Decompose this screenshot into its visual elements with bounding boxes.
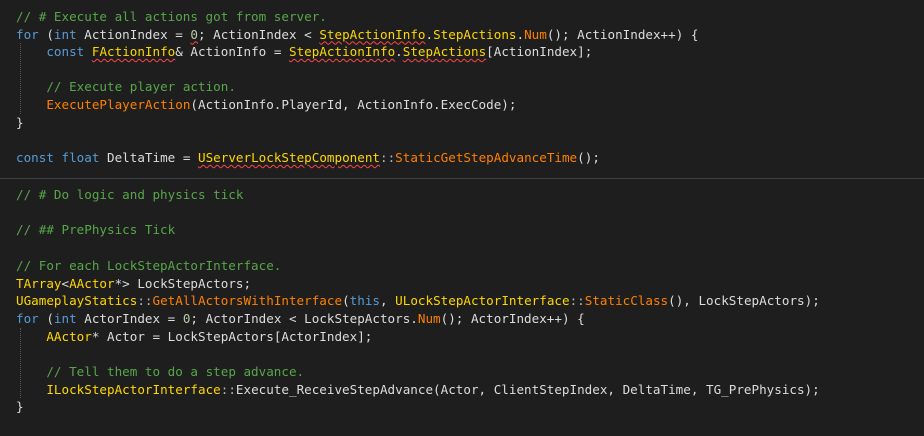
code-token: const [16,149,54,165]
code-token: int [53,310,77,326]
code-token: } [16,399,24,415]
code-token: int [53,26,77,42]
code-token: // Tell them to do a step advance. [46,364,305,379]
code-token: TArray [16,275,62,291]
code-token: ; ActorIndex < LockStepActors. [190,310,418,326]
code-editor[interactable]: // # Execute all actions got from server… [0,0,924,436]
code-token: // # Do logic and physics tick [16,187,244,202]
code-token: GetAllActorsWithInterface [152,293,343,309]
code-token: 0 [190,26,198,42]
code-token: :: [137,293,153,309]
code-token: . [395,44,403,60]
code-token: ExecutePlayerAction [46,97,191,112]
code-token: Num [417,310,441,326]
code-pane-top[interactable]: // # Execute all actions got from server… [0,0,924,178]
code-token: float [61,149,100,165]
code-token: [ActionIndex]; [486,44,593,60]
code-token: StepActions [433,26,517,42]
code-token: Num [524,26,547,42]
code-token: ( [38,26,54,42]
code-line[interactable]: // Execute player action. [16,78,236,96]
code-token: ; ActionIndex < [198,26,320,42]
code-line[interactable]: AActor* Actor = LockStepActors[ActorInde… [16,328,372,346]
code-token: StepActions [402,44,487,60]
code-token: :: [380,149,396,165]
code-line[interactable]: // # Execute all actions got from server… [16,8,327,26]
code-token: * Actor = LockStepActors[ActorIndex]; [91,328,373,344]
code-line[interactable]: for (int ActorIndex = 0; ActorIndex < Lo… [16,310,585,328]
code-line[interactable]: // For each LockStepActorInterface. [16,257,281,275]
code-line[interactable]: } [16,398,24,416]
code-token: ActionIndex = [76,26,191,42]
code-token: // Execute player action. [46,79,236,95]
code-line[interactable]: // Tell them to do a step advance. [16,363,304,381]
code-token: (ActionInfo.PlayerId, ActionInfo.ExecCod… [190,97,517,112]
code-line[interactable]: // # Do logic and physics tick [16,186,243,204]
code-token: (); ActionIndex++) { [546,26,699,42]
code-line[interactable]: TArray<AActor*> LockStepActors; [16,275,251,293]
code-token: StepActionInfo [319,26,426,42]
code-token: (); [577,149,600,165]
code-token: *> LockStepActors; [114,275,252,291]
code-token: (); ActorIndex++) { [440,310,585,326]
code-token: ActorIndex = [76,310,183,326]
code-line[interactable]: const float DeltaTime = UServerLockStepC… [16,149,600,167]
indent-guide [20,327,21,399]
code-token: StepActionInfo [289,44,396,60]
code-token: FActionInfo [91,44,176,60]
code-line[interactable]: // ## PrePhysics Tick [16,221,175,239]
code-token: // For each LockStepActorInterface. [16,257,282,273]
code-token: for [16,310,39,326]
code-token: UGameplayStatics [16,293,138,309]
code-token: // ## PrePhysics Tick [16,222,176,238]
code-token: . [425,26,434,42]
code-token: :: [220,381,236,397]
code-token: } [16,114,24,130]
code-token: ILockStepActorInterface [46,381,221,397]
code-token: , [380,293,396,309]
code-token: :: [569,293,585,309]
code-line[interactable]: UGameplayStatics::GetAllActorsWithInterf… [16,292,820,310]
code-token: & ActionInfo = [175,44,289,60]
code-token: ULockStepActorInterface [395,293,570,309]
code-line[interactable]: } [16,114,24,132]
code-line[interactable]: const FActionInfo& ActionInfo = StepActi… [16,43,592,61]
indent-guide [20,43,21,114]
code-token: AActor [69,275,115,291]
code-token: ( [38,310,54,326]
code-token: (), LockStepActors); [668,293,820,309]
code-line[interactable]: for (int ActionIndex = 0; ActionIndex < … [16,26,698,44]
code-line[interactable]: ILockStepActorInterface::Execute_Receive… [16,381,820,399]
code-token: AActor [46,328,92,344]
code-token: DeltaTime = [99,149,199,165]
code-token: // # Execute all actions got from server… [16,9,327,24]
code-token: const [46,44,85,60]
code-line[interactable]: ExecutePlayerAction(ActionInfo.PlayerId,… [16,96,516,114]
code-token: ( [342,293,350,309]
code-token: UServerLockStepComponent [198,149,380,165]
code-token: StaticClass [584,293,669,309]
code-pane-bottom[interactable]: // # Do logic and physics tick // ## PreP… [0,184,924,436]
code-token: StaticGetStepAdvanceTime [395,149,578,165]
code-token: Execute_ReceiveStepAdvance(Actor, Client… [235,381,820,397]
code-token: < [61,275,70,291]
code-token: . [516,26,525,42]
code-token: this [349,293,380,309]
code-token: for [16,26,39,42]
